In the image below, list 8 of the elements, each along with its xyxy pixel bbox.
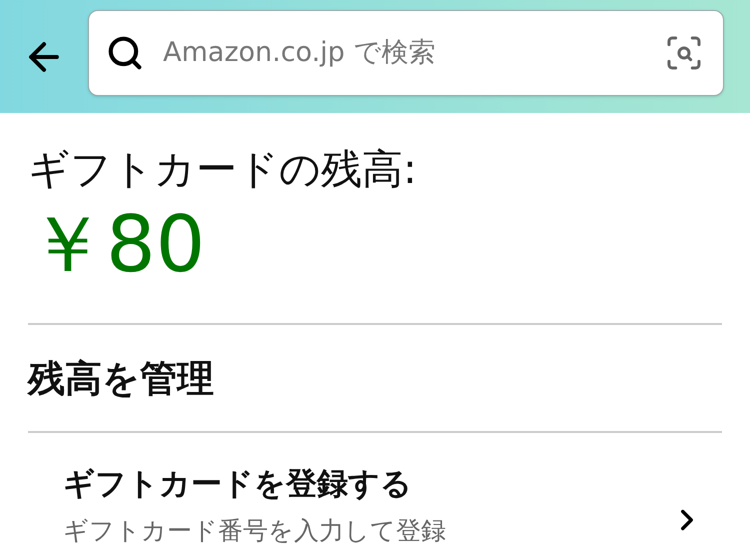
balance-amount: ￥80	[28, 199, 206, 291]
item-subtitle: ギフトカード番号を入力して登録	[63, 515, 447, 547]
search-icon	[106, 34, 144, 72]
item-title: ギフトカードを登録する	[63, 465, 413, 504]
balance-label: ギフトカードの残高:	[28, 144, 418, 195]
search-field[interactable]: Amazon.co.jp で検索	[88, 10, 724, 96]
section-heading: 残高を管理	[28, 356, 215, 402]
list-item[interactable]: ギフトカードを登録する ギフトカード番号を入力して登録	[28, 433, 722, 551]
